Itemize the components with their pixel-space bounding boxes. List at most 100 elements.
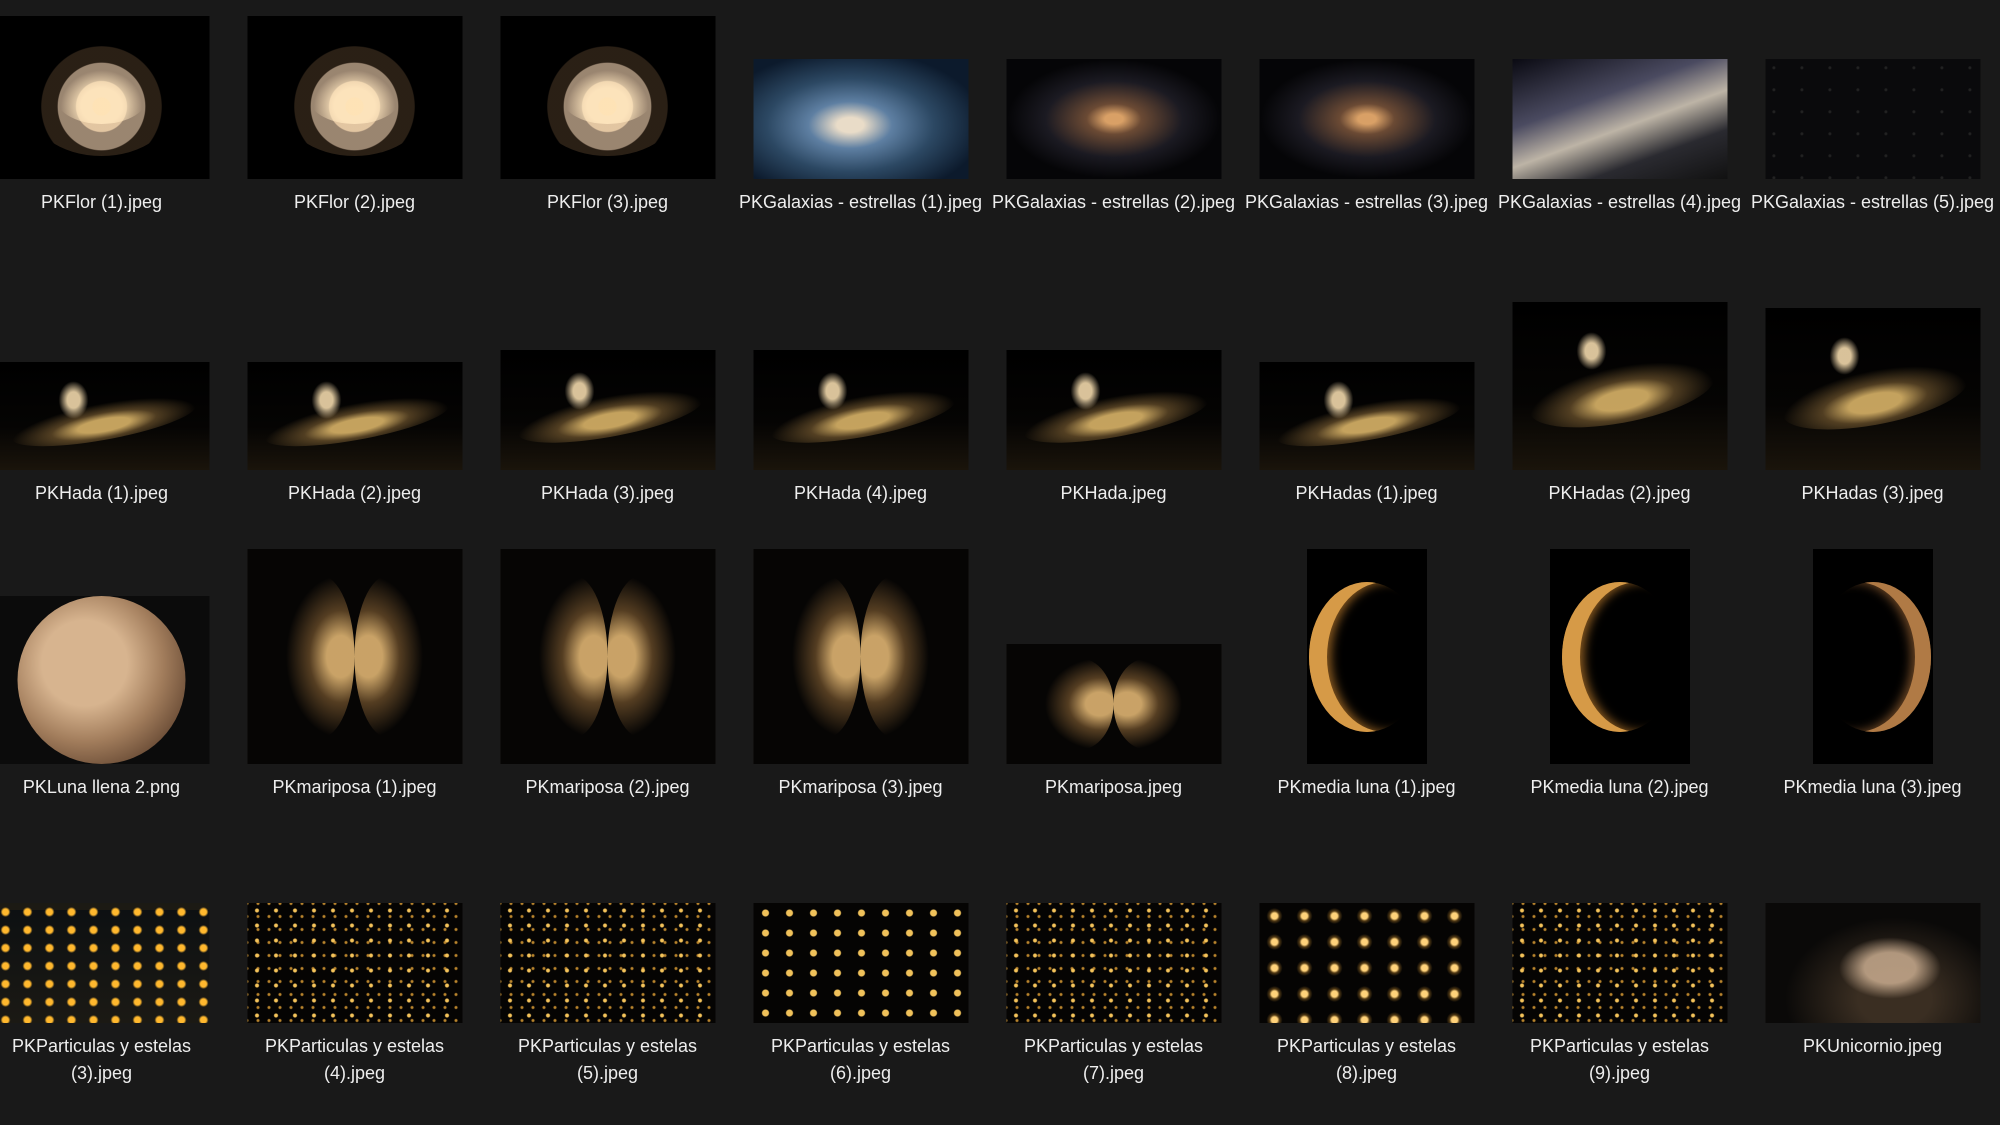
file-item[interactable]: PKParticulas y estelas (5).jpeg [481,875,734,1087]
file-name: PKmedia luna (3).jpeg [1783,777,1962,797]
file-item[interactable]: PKParticulas y estelas (6).jpeg [734,875,987,1087]
thumbnail-image [753,903,968,1023]
file-item[interactable]: PKParticulas y estelas (8).jpeg [1240,875,1493,1087]
file-name: PKParticulas y estelas (8).jpeg [1276,1036,1457,1083]
thumbnail-frame [247,875,462,1023]
thumbnail-image [0,16,209,179]
thumbnail-image [753,350,968,470]
file-item[interactable]: PKHada (3).jpeg [481,232,734,507]
file-name: PKHada (4).jpeg [793,483,928,503]
file-item[interactable]: PKGalaxias - estrellas (3).jpeg [1240,16,1493,216]
file-item[interactable]: PKHadas (3).jpeg [1746,232,1999,507]
thumbnail-frame [753,16,968,179]
file-item[interactable]: PKHada (4).jpeg [734,232,987,507]
file-item[interactable]: PKmariposa (2).jpeg [481,529,734,801]
file-item[interactable]: PKHada.jpeg [987,232,1240,507]
file-item[interactable]: PKHada (1).jpeg [0,232,228,507]
thumbnail-image [1765,59,1980,179]
file-name: PKFlor (1).jpeg [40,192,163,212]
thumbnail-image [500,903,715,1023]
file-name: PKParticulas y estelas (7).jpeg [1023,1036,1204,1083]
thumbnail-frame [247,232,462,470]
thumbnail-frame [1765,875,1980,1023]
thumbnail-image [0,596,209,764]
file-item[interactable]: PKGalaxias - estrellas (1).jpeg [734,16,987,216]
file-name: PKFlor (3).jpeg [546,192,669,212]
file-name: PKGalaxias - estrellas (4).jpeg [1497,192,1742,212]
file-item[interactable]: PKGalaxias - estrellas (4).jpeg [1493,16,1746,216]
file-item[interactable]: PKFlor (1).jpeg [0,16,228,216]
thumbnail-image [1006,644,1221,764]
file-name: PKmariposa (1).jpeg [272,777,437,797]
file-name: PKmedia luna (1).jpeg [1277,777,1456,797]
thumbnail-image [500,16,715,179]
thumbnail-image [500,549,715,764]
file-item[interactable]: PKGalaxias - estrellas (5).jpeg [1746,16,1999,216]
file-item[interactable]: PKmedia luna (1).jpeg [1240,529,1493,801]
file-name: PKFlor (2).jpeg [293,192,416,212]
file-item[interactable]: PKUnicornio.jpeg [1746,875,1999,1060]
file-item[interactable]: PKmariposa (1).jpeg [228,529,481,801]
file-item[interactable]: PKParticulas y estelas (7).jpeg [987,875,1240,1087]
file-item[interactable]: PKParticulas y estelas (9).jpeg [1493,875,1746,1087]
thumbnail-frame [500,875,715,1023]
thumbnail-frame [1006,875,1221,1023]
thumbnail-image [1765,903,1980,1023]
thumbnail-image [1006,350,1221,470]
file-name: PKParticulas y estelas (3).jpeg [11,1036,192,1083]
file-item[interactable]: PKParticulas y estelas (3).jpeg [0,875,228,1087]
file-name: PKmariposa (3).jpeg [778,777,943,797]
file-name: PKParticulas y estelas (5).jpeg [517,1036,698,1083]
thumbnail-image [500,350,715,470]
file-item[interactable]: PKParticulas y estelas (4).jpeg [228,875,481,1087]
file-item[interactable]: PKHadas (1).jpeg [1240,232,1493,507]
file-name: PKGalaxias - estrellas (2).jpeg [991,192,1236,212]
file-item[interactable]: PKFlor (3).jpeg [481,16,734,216]
thumbnail-frame [1765,232,1980,470]
thumbnail-frame [500,16,715,179]
file-name: PKParticulas y estelas (9).jpeg [1529,1036,1710,1083]
thumbnail-frame [1512,529,1727,764]
thumbnail-image [1259,362,1474,470]
file-name: PKUnicornio.jpeg [1802,1036,1943,1056]
thumbnail-image [247,903,462,1023]
file-item[interactable]: PKGalaxias - estrellas (2).jpeg [987,16,1240,216]
thumbnail-image [247,362,462,470]
thumbnail-frame [1259,529,1474,764]
file-item[interactable]: PKLuna llena 2.png [0,529,228,801]
thumbnail-image [247,16,462,179]
file-item[interactable]: PKmedia luna (2).jpeg [1493,529,1746,801]
file-item[interactable]: PKmariposa.jpeg [987,529,1240,801]
file-name: PKHadas (2).jpeg [1548,483,1691,503]
file-name: PKGalaxias - estrellas (3).jpeg [1244,192,1489,212]
file-name: PKParticulas y estelas (6).jpeg [770,1036,951,1083]
file-name: PKGalaxias - estrellas (1).jpeg [738,192,983,212]
file-item[interactable]: PKHada (2).jpeg [228,232,481,507]
file-name: PKHada.jpeg [1060,483,1167,503]
file-name: PKHada (2).jpeg [287,483,422,503]
file-item[interactable]: PKmariposa (3).jpeg [734,529,987,801]
file-name: PKHadas (3).jpeg [1801,483,1944,503]
thumbnail-image [1765,308,1980,470]
thumbnail-frame [1512,875,1727,1023]
thumbnail-frame [1512,232,1727,470]
file-item[interactable]: PKmedia luna (3).jpeg [1746,529,1999,801]
file-name: PKmariposa.jpeg [1044,777,1183,797]
thumbnail-image [1306,549,1427,764]
thumbnail-frame [247,16,462,179]
thumbnail-frame [1006,529,1221,764]
thumbnail-frame [1512,16,1727,179]
thumbnail-frame [500,232,715,470]
file-name: PKParticulas y estelas (4).jpeg [264,1036,445,1083]
thumbnail-frame [1259,232,1474,470]
thumbnail-image [1549,549,1690,764]
file-item[interactable]: PKFlor (2).jpeg [228,16,481,216]
file-name: PKHada (3).jpeg [540,483,675,503]
file-name: PKHadas (1).jpeg [1295,483,1438,503]
thumbnail-image [1512,59,1727,179]
file-item[interactable]: PKHadas (2).jpeg [1493,232,1746,507]
file-name: PKmariposa (2).jpeg [525,777,690,797]
thumbnail-frame [1765,529,1980,764]
thumbnail-image [753,59,968,179]
file-name: PKmedia luna (2).jpeg [1530,777,1709,797]
